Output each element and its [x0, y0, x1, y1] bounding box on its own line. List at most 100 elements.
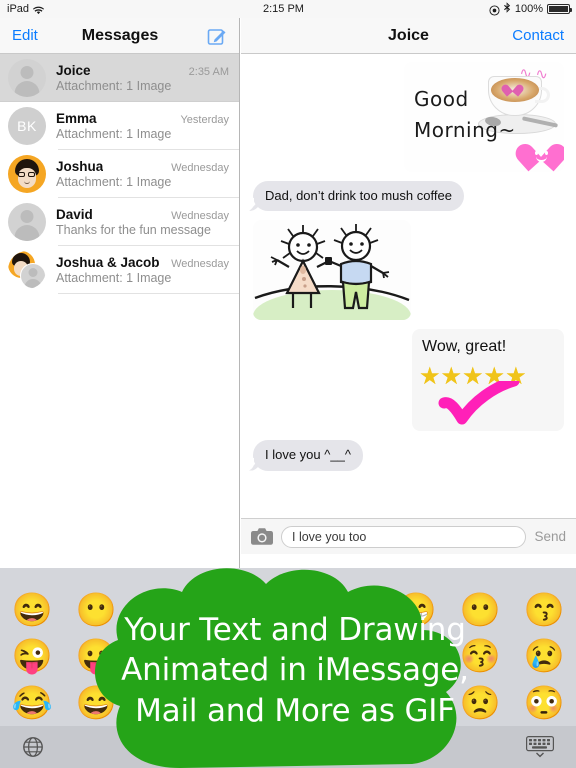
avatar: [8, 155, 46, 193]
conversation-time: Yesterday: [180, 114, 229, 126]
emoji-key[interactable]: 😌: [203, 686, 244, 719]
emoji-key[interactable]: 😢: [523, 639, 564, 672]
list-item[interactable]: David Wednesday Thanks for the fun messa…: [0, 198, 239, 246]
list-item-text: Joshua & Jacob Wednesday Attachment: 1 I…: [56, 255, 229, 285]
emoji-key[interactable]: 😶: [459, 593, 500, 626]
battery-full-icon: [547, 4, 572, 14]
emoji-key[interactable]: 😙: [523, 593, 564, 626]
conversation-time: Wednesday: [171, 162, 229, 174]
message-row: ∿ ∿ Good Morning~: [253, 62, 564, 172]
conversation-name: Joshua: [56, 159, 104, 174]
emoji-grid: 😄 😶 😐 😊 🙂 😃 😁 😶 😙 😜 😛 😋 😝 😍 😘 😗 😚 😢 😂 😅 …: [0, 586, 576, 726]
camera-icon[interactable]: [251, 528, 273, 545]
emoji-key[interactable]: 🙂: [267, 593, 308, 626]
rotation-lock-icon: [489, 4, 500, 16]
hide-keyboard-icon[interactable]: [526, 736, 554, 758]
avatar: BK: [8, 107, 46, 145]
send-button[interactable]: Send: [534, 529, 566, 544]
battery-percent-label: 100%: [514, 3, 543, 15]
message-bubble[interactable]: I love you ^__^: [246, 440, 363, 471]
stick-figure-drawing: [254, 224, 410, 310]
emoji-key[interactable]: 😚: [459, 639, 500, 672]
message-image-attachment[interactable]: [253, 220, 411, 321]
status-bar-clock: 2:15 PM: [263, 3, 304, 15]
emoji-key[interactable]: 😘: [331, 639, 372, 672]
emoji-key[interactable]: 😛: [75, 639, 116, 672]
good-morning-text: Good Morning~: [414, 87, 516, 142]
keyboard-bottom-bar: [0, 726, 576, 768]
message-thread: ∿ ∿ Good Morning~ Dad, don’t drink too m…: [241, 54, 576, 538]
bluetooth-icon: [503, 2, 511, 16]
emoji-key[interactable]: 😟: [459, 686, 500, 719]
emoji-key[interactable]: 😅: [75, 686, 116, 719]
messages-nav-bar: Edit Messages: [0, 18, 239, 54]
emoji-key[interactable]: 😒: [331, 686, 372, 719]
page-dot[interactable]: [278, 574, 284, 580]
list-item-text: Joshua Wednesday Attachment: 1 Image: [56, 159, 229, 189]
app-root: iPad 2:15 PM 100% Edit Messages Joice 2:…: [0, 0, 576, 768]
emoji-key[interactable]: 😞: [395, 686, 436, 719]
conversation-preview: Attachment: 1 Image: [56, 79, 172, 93]
avatar: [8, 59, 46, 97]
list-item[interactable]: Joice 2:35 AM Attachment: 1 Image: [0, 54, 239, 102]
avatar: [8, 251, 46, 289]
emoji-key[interactable]: 😍: [267, 639, 308, 672]
emoji-key[interactable]: 😐: [139, 593, 180, 626]
keyboard-page-dots: [0, 574, 576, 580]
emoji-key[interactable]: 😊: [203, 593, 244, 626]
message-row: Wow, great! ★ ★ ★ ★ ★: [253, 329, 564, 432]
checkmark-drawing: [438, 381, 520, 425]
emoji-key[interactable]: 😂: [11, 686, 52, 719]
message-input-bar: I love you too Send: [241, 518, 576, 554]
conversation-nav-bar: Joice Contact: [241, 18, 576, 54]
message-image-attachment[interactable]: Wow, great! ★ ★ ★ ★ ★: [412, 329, 564, 432]
message-row: Dad, don’t drink too mush coffee: [246, 181, 564, 212]
message-image-attachment[interactable]: ∿ ∿ Good Morning~: [404, 62, 564, 172]
list-item[interactable]: BK Emma Yesterday Attachment: 1 Image: [0, 102, 239, 150]
conversation-time: 2:35 AM: [188, 66, 229, 78]
pink-smiling-heart-icon: [511, 140, 564, 172]
conversation-preview: Attachment: 1 Image: [56, 175, 172, 189]
list-item-text: Emma Yesterday Attachment: 1 Image: [56, 111, 229, 141]
edit-button[interactable]: Edit: [12, 27, 38, 44]
emoji-key[interactable]: 😇: [139, 686, 180, 719]
conversation-time: Wednesday: [171, 210, 229, 222]
device-name-label: iPad: [7, 3, 30, 15]
status-bar-right: 100%: [489, 2, 572, 16]
emoji-key[interactable]: 😁: [395, 593, 436, 626]
conversation-name: Emma: [56, 111, 97, 126]
conversation-preview: Attachment: 1 Image: [56, 127, 172, 141]
wow-great-text: Wow, great!: [422, 338, 507, 356]
emoji-key[interactable]: 😔: [267, 686, 308, 719]
conversation-name: Joice: [56, 63, 91, 78]
search-input[interactable]: I love you too: [281, 525, 527, 548]
emoji-key[interactable]: 😗: [395, 639, 436, 672]
emoji-key[interactable]: 😄: [11, 593, 52, 626]
list-item[interactable]: Joshua Wednesday Attachment: 1 Image: [0, 150, 239, 198]
list-item-text: Joice 2:35 AM Attachment: 1 Image: [56, 63, 229, 93]
conversation-name: Joshua & Jacob: [56, 255, 160, 270]
emoji-key[interactable]: 😋: [139, 639, 180, 672]
compose-icon[interactable]: [207, 26, 227, 46]
status-bar-left: iPad: [7, 3, 45, 15]
emoji-key[interactable]: 😃: [331, 593, 372, 626]
contact-button[interactable]: Contact: [512, 27, 564, 44]
status-bar: iPad 2:15 PM 100%: [0, 0, 576, 18]
emoji-key[interactable]: 😝: [203, 639, 244, 672]
page-dot[interactable]: [292, 574, 298, 580]
avatar: [8, 203, 46, 241]
conversation-list: Joice 2:35 AM Attachment: 1 Image BK Emm…: [0, 54, 239, 294]
wifi-icon: [33, 6, 45, 15]
emoji-key[interactable]: 😜: [11, 639, 52, 672]
emoji-key[interactable]: 😶: [75, 593, 116, 626]
list-item[interactable]: Joshua & Jacob Wednesday Attachment: 1 I…: [0, 246, 239, 294]
conversation-name: David: [56, 207, 93, 222]
emoji-keyboard: 😄 😶 😐 😊 🙂 😃 😁 😶 😙 😜 😛 😋 😝 😍 😘 😗 😚 😢 😂 😅 …: [0, 568, 576, 768]
conversation-time: Wednesday: [171, 258, 229, 270]
globe-icon[interactable]: [22, 736, 44, 758]
message-bubble[interactable]: Dad, don’t drink too mush coffee: [246, 181, 464, 212]
message-row: I love you ^__^: [246, 440, 564, 471]
message-input-value: I love you too: [292, 529, 367, 544]
emoji-key[interactable]: 😳: [523, 686, 564, 719]
conversation-preview: Thanks for the fun message: [56, 223, 211, 237]
